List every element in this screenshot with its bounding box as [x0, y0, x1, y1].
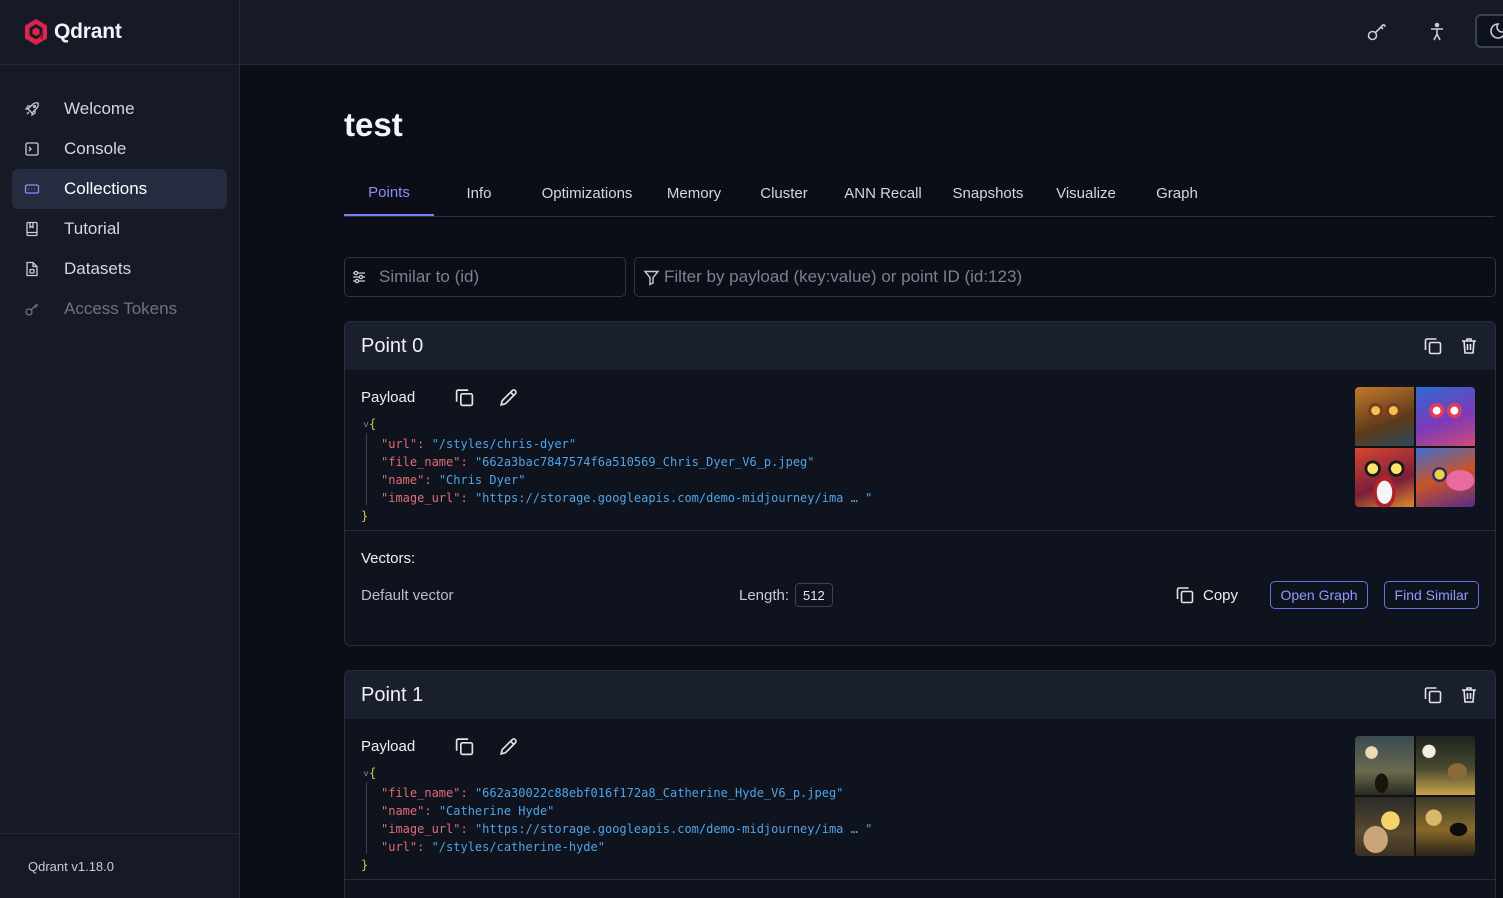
- payload-filter-input[interactable]: Filter by payload (key:value) or point I…: [634, 257, 1496, 297]
- payload-json: ˅{ "file_name": "662a30022c88ebf016f172a…: [361, 766, 873, 872]
- sidebar-item-label: Access Tokens: [64, 299, 178, 318]
- collections-icon: [24, 181, 40, 197]
- copy-vector-button[interactable]: Copy: [1175, 581, 1238, 609]
- copy-label: Copy: [1203, 586, 1239, 604]
- sidebar-item-tutorial[interactable]: Tutorial: [12, 209, 227, 249]
- trash-icon[interactable]: [1459, 336, 1479, 356]
- point-image[interactable]: [1355, 387, 1475, 507]
- payload-label: Payload: [361, 389, 416, 406]
- logo[interactable]: Qdrant: [0, 0, 239, 65]
- point-title: Point 0: [361, 334, 424, 357]
- open-graph-button[interactable]: Open Graph: [1270, 581, 1368, 609]
- payload-entry: "url": "/styles/chris-dyer": [381, 437, 577, 451]
- sidebar-item-access-tokens[interactable]: Access Tokens: [12, 289, 227, 329]
- tab-graph[interactable]: Graph: [1132, 170, 1222, 216]
- theme-toggle-button[interactable]: [1475, 14, 1503, 48]
- similar-to-placeholder: Similar to (id): [379, 267, 480, 286]
- tab-memory[interactable]: Memory: [650, 170, 738, 216]
- sidebar-item-label: Console: [64, 139, 127, 158]
- file-icon: [24, 261, 40, 277]
- point-card-header: Point 1: [345, 671, 1495, 719]
- tab-ann-recall[interactable]: ANN Recall: [830, 170, 936, 216]
- theme-toggle-icon: [1489, 22, 1503, 45]
- point-card: Point 0 Payload ˅{ "url": "/styles/chris…: [344, 321, 1496, 646]
- tab-info[interactable]: Info: [434, 170, 524, 216]
- point-card-header: Point 0: [345, 322, 1495, 370]
- sidebar-item-label: Datasets: [64, 259, 132, 278]
- app-name: Qdrant: [54, 20, 122, 43]
- filter-icon: [643, 269, 660, 286]
- payload-entry: "file_name": "662a3bac7847574f6a510569_C…: [381, 455, 815, 469]
- payload-entry: "file_name": "662a30022c88ebf016f172a8_C…: [381, 786, 844, 800]
- sidebar-nav: Welcome Console Collections Tutorial Dat…: [0, 65, 239, 329]
- tab-optimizations[interactable]: Optimizations: [524, 170, 650, 216]
- tab-cluster[interactable]: Cluster: [738, 170, 830, 216]
- copy-icon[interactable]: [1423, 336, 1443, 356]
- sliders-icon: [351, 269, 367, 285]
- page-title: test: [344, 106, 403, 143]
- sidebar: Qdrant Welcome Console Collections Tutor…: [0, 0, 240, 898]
- payload-entry: "name": "Catherine Hyde": [381, 804, 555, 818]
- sidebar-item-welcome[interactable]: Welcome: [12, 89, 227, 129]
- payload-label: Payload: [361, 738, 416, 755]
- edit-icon[interactable]: [497, 386, 519, 408]
- point-image[interactable]: [1355, 736, 1475, 856]
- collection-tabs: Points Info Optimizations Memory Cluster…: [344, 170, 1495, 217]
- sidebar-item-datasets[interactable]: Datasets: [12, 249, 227, 289]
- edit-icon[interactable]: [497, 735, 519, 757]
- point-card: Point 1 Payload ˅{ "file_name": "662a300…: [344, 670, 1496, 898]
- sidebar-item-collections[interactable]: Collections: [12, 169, 227, 209]
- vector-length-badge: 512: [795, 583, 833, 607]
- tab-visualize[interactable]: Visualize: [1040, 170, 1132, 216]
- vector-name: Default vector: [361, 587, 454, 604]
- payload-entry: "image_url": "https://storage.googleapis…: [381, 491, 873, 505]
- filter-placeholder: Filter by payload (key:value) or point I…: [664, 267, 1023, 286]
- copy-icon: [1175, 585, 1195, 605]
- rocket-icon: [24, 101, 40, 117]
- payload-entry: "image_url": "https://storage.googleapis…: [381, 822, 873, 836]
- key-icon[interactable]: [1365, 20, 1389, 44]
- trash-icon[interactable]: [1459, 685, 1479, 705]
- payload-entry: "url": "/styles/catherine-hyde": [381, 840, 605, 854]
- version-label: Qdrant v1.18.0: [0, 833, 239, 898]
- length-label: Length:: [739, 587, 790, 604]
- tab-snapshots[interactable]: Snapshots: [936, 170, 1040, 216]
- point-title: Point 1: [361, 683, 424, 706]
- sidebar-item-console[interactable]: Console: [12, 129, 227, 169]
- vectors-label: Vectors:: [361, 550, 416, 567]
- sidebar-item-label: Welcome: [64, 99, 135, 118]
- copy-icon[interactable]: [453, 735, 475, 757]
- terminal-icon: [24, 141, 40, 157]
- sidebar-item-label: Tutorial: [64, 219, 121, 238]
- qdrant-logo-icon: [24, 18, 48, 46]
- payload-entry: "name": "Chris Dyer": [381, 473, 526, 487]
- copy-icon[interactable]: [453, 386, 475, 408]
- payload-json: ˅{ "url": "/styles/chris-dyer" "file_nam…: [361, 417, 873, 523]
- key-icon: [24, 301, 40, 317]
- sidebar-item-label: Collections: [64, 179, 148, 198]
- book-icon: [24, 221, 40, 237]
- similar-to-input[interactable]: Similar to (id): [344, 257, 626, 297]
- accessibility-icon[interactable]: [1425, 20, 1449, 44]
- tab-points[interactable]: Points: [344, 170, 434, 216]
- find-similar-button[interactable]: Find Similar: [1384, 581, 1479, 609]
- copy-icon[interactable]: [1423, 685, 1443, 705]
- topbar: [240, 0, 1503, 65]
